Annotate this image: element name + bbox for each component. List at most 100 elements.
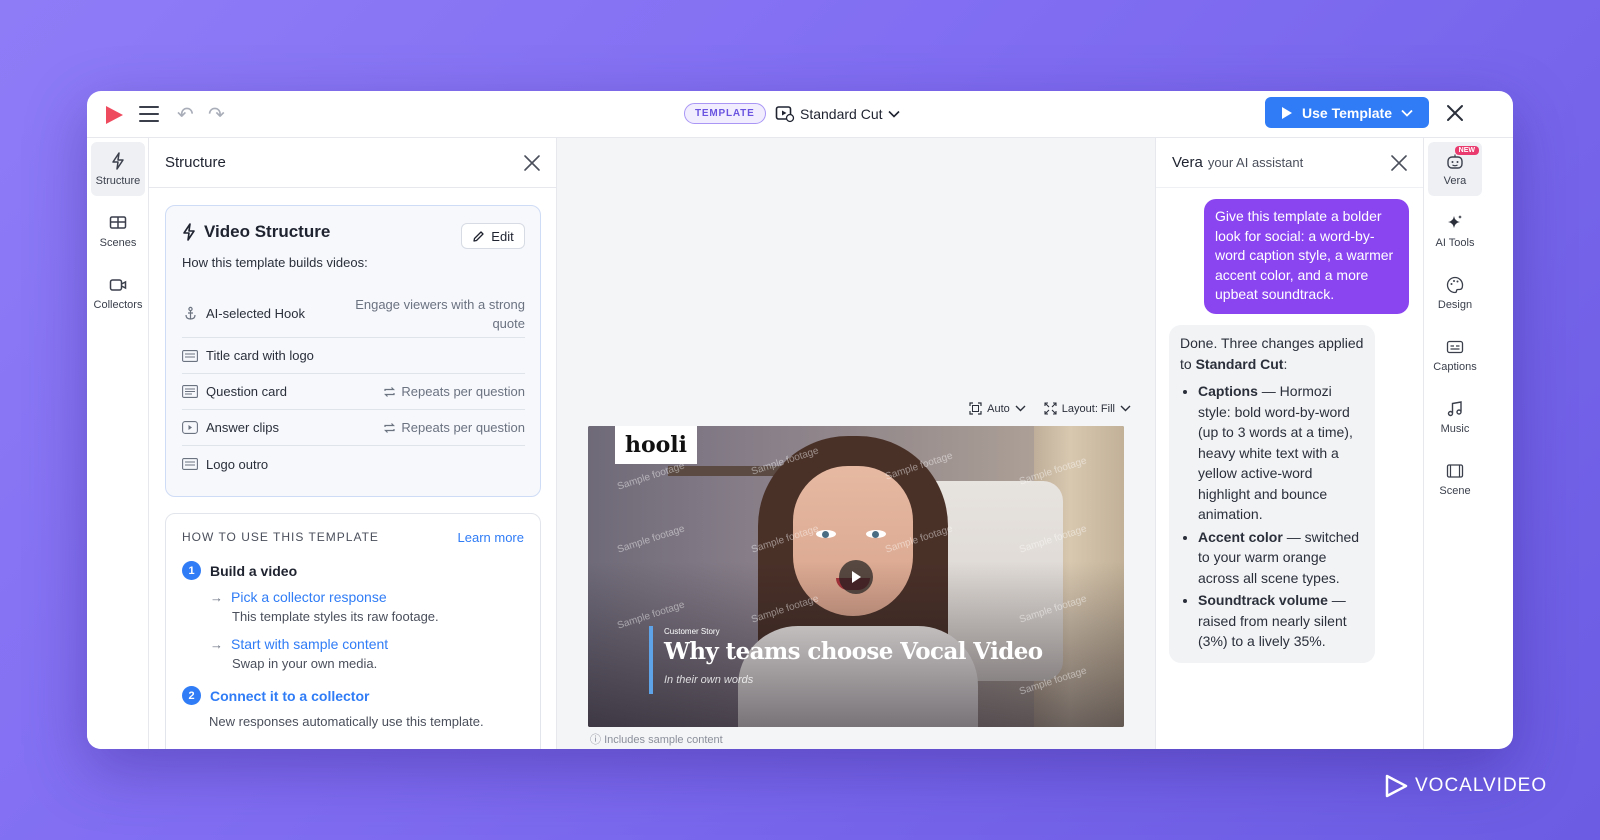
play-button[interactable] [839, 560, 873, 594]
step-number: 2 [182, 686, 201, 705]
video-structure-description: How this template builds videos: [182, 255, 368, 270]
chevron-down-icon [1015, 405, 1026, 412]
menu-icon[interactable] [139, 106, 159, 122]
structure-row-question-card[interactable]: Question card Repeats per question [182, 374, 525, 410]
template-badge: TEMPLATE [684, 103, 766, 124]
brand-logo-bottom: VOCALVIDEO [1383, 773, 1547, 799]
structure-row-answer-clips[interactable]: Answer clips Repeats per question [182, 410, 525, 446]
music-icon [1447, 400, 1462, 416]
row-label: Title card with logo [206, 348, 314, 363]
chevron-down-icon [1120, 405, 1131, 412]
ai-change-title: Accent color [1198, 528, 1283, 545]
rail-item-vera[interactable]: NEW Vera [1428, 142, 1482, 196]
video-preview[interactable]: Sample footage Sample footage Sample foo… [588, 426, 1124, 727]
learn-more-link[interactable]: Learn more [458, 530, 524, 545]
video-title: Why teams choose Vocal Video [664, 638, 1043, 665]
logo-card-icon [182, 456, 198, 472]
rail-label: Design [1437, 298, 1473, 311]
use-template-button[interactable]: Use Template [1265, 97, 1429, 128]
row-label: AI-selected Hook [206, 306, 305, 321]
info-icon: ⓘ [590, 734, 601, 746]
arrow-right-icon: → [210, 637, 223, 652]
panel-header: Structure [149, 138, 556, 188]
sub-step-desc: This template styles its raw footage. [232, 609, 439, 624]
row-note-wrap: Repeats per question [383, 384, 525, 399]
repeat-icon [384, 386, 396, 397]
close-icon[interactable] [522, 153, 542, 173]
redo-icon[interactable]: ↷ [208, 102, 225, 127]
cut-selector[interactable]: Standard Cut [775, 102, 900, 126]
step-desc: New responses automatically use this tem… [209, 714, 484, 729]
ai-change-list: Captions — Hormozi style: bold word-by-w… [1180, 381, 1364, 652]
layout-label: Layout: Fill [1061, 402, 1115, 415]
rail-item-scenes[interactable]: Scenes [91, 204, 145, 258]
structure-row-logo-outro[interactable]: Logo outro [182, 446, 525, 482]
chevron-down-icon [887, 110, 900, 118]
right-rail: NEW Vera AI Tools Design Captions Music … [1423, 138, 1485, 749]
sub-step-desc: Swap in your own media. [232, 656, 378, 671]
rail-item-music[interactable]: Music [1428, 390, 1482, 444]
undo-icon[interactable]: ↶ [177, 102, 194, 127]
aspect-dropdown[interactable]: Auto [969, 402, 1026, 415]
palette-icon [1446, 276, 1464, 293]
row-label: Question card [206, 384, 287, 399]
vera-header: Vera your AI assistant [1156, 138, 1423, 188]
rail-label: Vera [1443, 174, 1467, 187]
close-icon[interactable] [1443, 101, 1467, 125]
ai-change-text: — Hormozi style: bold word-by-word (up t… [1198, 383, 1353, 522]
text-card-icon [182, 384, 198, 400]
layout-dropdown[interactable]: Layout: Fill [1044, 402, 1131, 415]
sample-note-text: Includes sample content [604, 734, 723, 746]
logo-card-icon [182, 348, 198, 364]
rail-item-structure[interactable]: Structure [91, 142, 145, 196]
step-number: 1 [182, 561, 201, 580]
ai-change-title: Captions [1198, 383, 1258, 399]
top-bar: ↶ ↷ TEMPLATE Standard Cut Use Template [87, 91, 1513, 138]
sparkle-icon [1448, 214, 1462, 228]
rail-item-collectors[interactable]: Collectors [91, 266, 145, 320]
video-subtitle: In their own words [664, 674, 754, 686]
bolt-icon [112, 151, 124, 170]
ai-change-item: Accent color — switched to your warm ora… [1198, 527, 1364, 589]
rail-item-design[interactable]: Design [1428, 266, 1482, 320]
step-connect-collector[interactable]: 2 Connect it to a collector [182, 686, 369, 705]
scene-icon [1446, 463, 1464, 478]
structure-row-title-card[interactable]: Title card with logo [182, 338, 525, 374]
step-title: Build a video [210, 562, 298, 579]
sample-note: ⓘ Includes sample content [590, 731, 723, 747]
row-note: Repeats per question [401, 384, 525, 399]
rail-item-captions[interactable]: Captions [1428, 328, 1482, 382]
pencil-icon [473, 230, 484, 242]
cut-label: Standard Cut [800, 106, 883, 122]
ai-intro-bold: Standard Cut [1195, 355, 1284, 372]
sample-content-link[interactable]: Start with sample content [231, 636, 388, 652]
clip-icon [182, 420, 198, 436]
rail-label: Structure [95, 174, 141, 187]
logo-play-icon[interactable] [102, 103, 126, 127]
edit-button[interactable]: Edit [461, 223, 525, 249]
app-window: ↶ ↷ TEMPLATE Standard Cut Use Template S… [87, 91, 1513, 749]
ai-change-item: Soundtrack volume — raised from nearly s… [1198, 590, 1364, 652]
step-build-video: 1 Build a video [182, 561, 297, 580]
pick-collector-link[interactable]: Pick a collector response [231, 589, 387, 605]
rail-item-scene[interactable]: Scene [1428, 452, 1482, 506]
anchor-icon [182, 306, 198, 322]
captions-icon [1446, 340, 1464, 353]
arrow-right-icon: → [210, 590, 223, 605]
panel-title: Structure [165, 154, 226, 171]
rail-label: Collectors [93, 298, 143, 311]
row-label: Answer clips [206, 420, 279, 435]
close-icon[interactable] [1389, 153, 1409, 173]
logo-play-icon [1385, 774, 1408, 798]
row-note: Repeats per question [401, 420, 525, 435]
ai-change-item: Captions — Hormozi style: bold word-by-w… [1198, 381, 1364, 525]
structure-row-hook[interactable]: AI-selected Hook Engage viewers with a s… [182, 290, 525, 338]
expand-icon [1044, 402, 1057, 415]
sub-step-sample: → Start with sample content Swap in your … [210, 636, 388, 671]
video-icon [775, 106, 795, 123]
row-label: Logo outro [206, 456, 269, 472]
sub-step-collector: → Pick a collector response This template… [210, 589, 439, 624]
row-note-wrap: Repeats per question [383, 420, 525, 435]
how-to-heading: HOW TO USE THIS TEMPLATE [182, 530, 379, 544]
rail-item-ai-tools[interactable]: AI Tools [1428, 204, 1482, 258]
